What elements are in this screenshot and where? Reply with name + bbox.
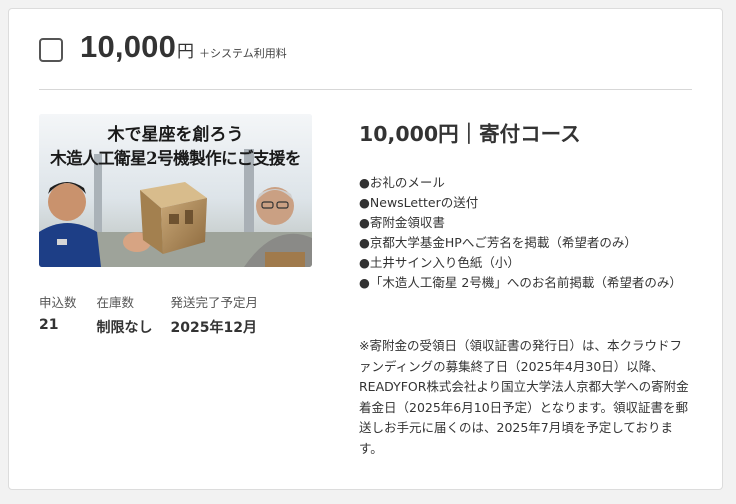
divider: [39, 89, 692, 90]
receipt-note: ※寄附金の受領日（領収証書の発行日）は、本クラウドファンディングの募集終了日（2…: [359, 338, 689, 456]
list-item: ●寄附金領収書: [359, 215, 445, 230]
list-item: ●お礼のメール: [359, 175, 445, 190]
price-row: 10,000 円 ＋システム利用料: [80, 29, 287, 65]
stat-label: 申込数: [39, 295, 77, 310]
return-option-card[interactable]: 10,000 円 ＋システム利用料 木で星座を創ろう 木造人工衛星2号機製作にご…: [8, 8, 723, 490]
hero-title-line1: 木で星座を創ろう: [107, 125, 244, 145]
list-item: ●NewsLetterの送付: [359, 195, 479, 210]
system-fee-note: ＋システム利用料: [199, 47, 287, 60]
course-title: 10,000円｜寄付コース: [359, 122, 581, 146]
list-item: ●京都大学基金HPへご芳名を掲載（希望者のみ）: [359, 235, 637, 250]
stat-delivery-month: 発送完了予定月 2025年12月: [171, 292, 259, 337]
price-amount: 10,000: [80, 29, 177, 64]
list-item: ●「木造人工衛星 2号機」へのお名前掲載（希望者のみ）: [359, 275, 682, 290]
stat-label: 在庫数: [96, 295, 135, 310]
stats-row: 申込数 21 在庫数 制限なし 発送完了予定月 2025年12月: [39, 292, 278, 337]
stat-supporters: 申込数 21: [39, 292, 77, 337]
select-checkbox[interactable]: [39, 38, 63, 62]
stat-label: 発送完了予定月: [170, 295, 259, 310]
reward-list: ●お礼のメール ●NewsLetterの送付 ●寄附金領収書 ●京都大学基金HP…: [359, 173, 694, 293]
stat-value: 制限なし: [96, 320, 153, 336]
stat-stock: 在庫数 制限なし: [97, 292, 153, 337]
list-item: ●土井サイン入り色紙（小）: [359, 255, 520, 270]
hero-title-line2: 木造人工衛星2号機製作にご支援を: [50, 149, 301, 168]
return-image: 木で星座を創ろう 木造人工衛星2号機製作にご支援を: [39, 114, 312, 267]
price-unit: 円: [177, 42, 195, 62]
stat-value: 21: [39, 317, 59, 333]
stat-value: 2025年12月: [170, 320, 257, 336]
